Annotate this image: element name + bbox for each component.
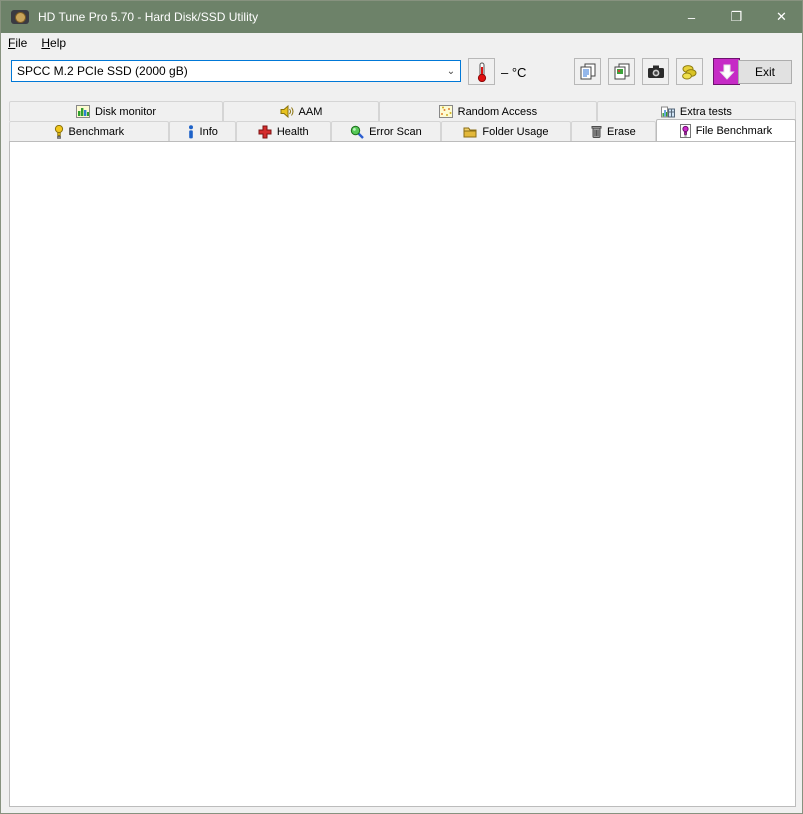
file-benchmark-panel xyxy=(9,141,796,807)
app-icon xyxy=(11,10,29,24)
random-dots-icon xyxy=(438,105,453,118)
tab-label: Random Access xyxy=(457,105,538,118)
download-arrow-icon xyxy=(718,64,735,80)
thermometer-icon xyxy=(477,62,486,82)
close-button[interactable]: ✕ xyxy=(759,1,802,33)
options-button[interactable] xyxy=(676,58,703,85)
disk-monitor-icon xyxy=(75,105,90,118)
menu-file[interactable]: File xyxy=(1,34,34,52)
maximize-button[interactable]: ❒ xyxy=(714,1,759,33)
copy-image-button[interactable] xyxy=(608,58,635,85)
benchmark-icon xyxy=(54,124,64,139)
copy-image-icon xyxy=(614,63,629,79)
app-window: HD Tune Pro 5.70 - Hard Disk/SSD Utility… xyxy=(0,0,803,814)
menu-bar: File Help xyxy=(1,33,802,53)
tab-folder-usage[interactable]: Folder Usage xyxy=(441,121,571,141)
tab-error-scan[interactable]: Error Scan xyxy=(330,121,442,141)
temperature-button[interactable] xyxy=(468,58,495,85)
tab-disk-monitor[interactable]: Disk monitor xyxy=(9,101,224,121)
toolbar: SPCC M.2 PCIe SSD (2000 gB) ⌄ – °C Exit xyxy=(1,53,802,97)
exit-button[interactable]: Exit xyxy=(738,60,792,84)
download-button[interactable] xyxy=(713,58,740,85)
tab-label: Folder Usage xyxy=(482,125,549,138)
magnifier-icon xyxy=(350,125,365,139)
menu-help[interactable]: Help xyxy=(34,34,73,52)
minimize-button[interactable]: – xyxy=(669,1,714,33)
tab-label: Extra tests xyxy=(679,105,732,118)
tab-file-benchmark[interactable]: File Benchmark xyxy=(655,119,796,141)
folder-icon xyxy=(463,126,477,138)
tab-aam[interactable]: AAM xyxy=(223,101,379,121)
info-icon xyxy=(187,124,195,139)
gold-icon xyxy=(681,64,696,79)
title-bar: HD Tune Pro 5.70 - Hard Disk/SSD Utility… xyxy=(1,1,802,33)
tab-erase[interactable]: Erase xyxy=(570,121,656,141)
tab-label: Benchmark xyxy=(68,125,125,138)
trash-icon xyxy=(591,125,602,138)
screenshot-button[interactable] xyxy=(642,58,669,85)
tab-label: Disk monitor xyxy=(94,105,157,118)
tab-extra-tests[interactable]: Extra tests xyxy=(596,101,796,121)
health-cross-icon xyxy=(258,125,272,139)
copy-text-icon xyxy=(580,63,595,79)
tab-label: Info xyxy=(199,125,218,138)
speaker-icon xyxy=(280,105,294,118)
chevron-down-icon: ⌄ xyxy=(446,65,456,77)
window-title: HD Tune Pro 5.70 - Hard Disk/SSD Utility xyxy=(38,10,259,24)
tab-label: Erase xyxy=(606,125,636,138)
drive-select-combobox[interactable]: SPCC M.2 PCIe SSD (2000 gB) ⌄ xyxy=(11,60,461,82)
tab-label: Health xyxy=(276,125,309,138)
extra-tests-icon xyxy=(660,105,675,118)
tab-health[interactable]: Health xyxy=(235,121,331,141)
tab-label: AAM xyxy=(298,105,323,118)
temperature-readout: – °C xyxy=(501,65,527,80)
screenshot-icon xyxy=(647,65,664,78)
tab-label: Error Scan xyxy=(369,125,422,138)
file-benchmark-icon xyxy=(679,123,691,138)
tab-random-access[interactable]: Random Access xyxy=(378,101,597,121)
tab-label: File Benchmark xyxy=(695,124,773,137)
drive-select-value: SPCC M.2 PCIe SSD (2000 gB) xyxy=(17,64,188,78)
copy-text-button[interactable] xyxy=(574,58,601,85)
tab-benchmark[interactable]: Benchmark xyxy=(9,121,169,141)
tab-info[interactable]: Info xyxy=(168,121,236,141)
